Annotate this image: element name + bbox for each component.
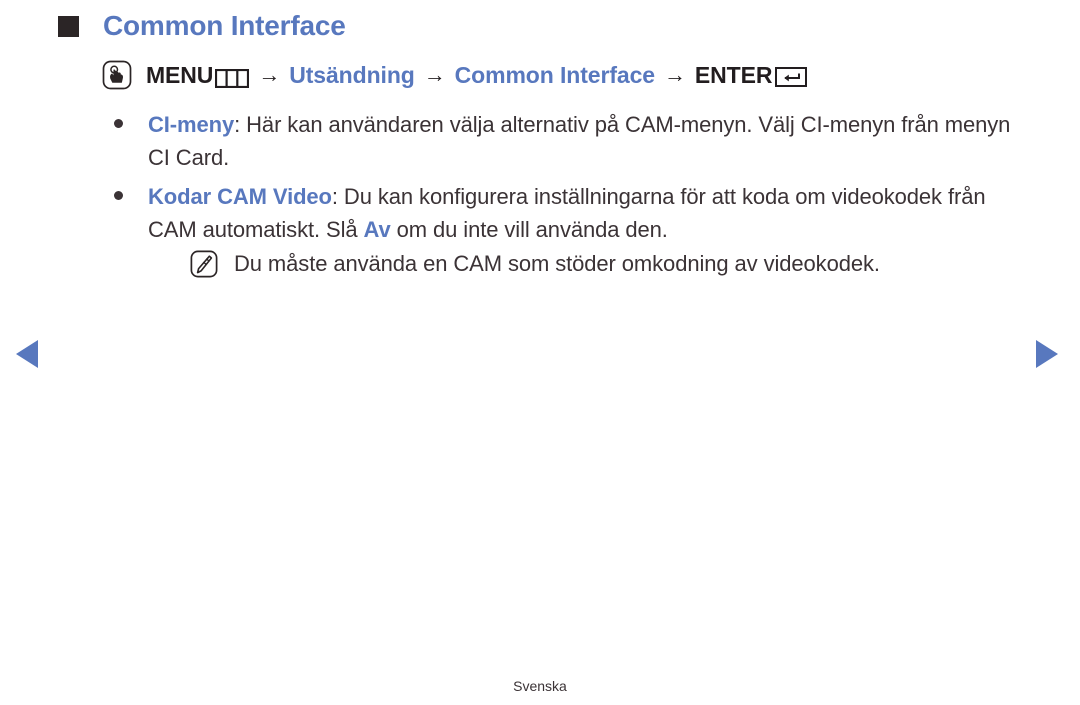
enter-label: ENTER xyxy=(694,61,773,88)
bullet-1-text: CI-meny: Här kan användaren välja altern… xyxy=(148,108,1036,174)
path-separator-1: → xyxy=(258,62,281,87)
path-separator-3: → xyxy=(663,62,686,87)
menu-path-step-2: Utsändning xyxy=(289,61,415,88)
page-title: Common Interface xyxy=(103,10,346,41)
menu-path-breadcrumb: MENU → Utsändning → Common Interface → E… xyxy=(102,60,808,90)
menu-grid-icon xyxy=(215,67,250,88)
triangle-right-icon xyxy=(1036,340,1058,368)
triangle-left-icon xyxy=(16,340,38,368)
touch-hand-icon xyxy=(102,60,132,90)
bullet-2-text: Kodar CAM Video: Du kan konfigurera inst… xyxy=(148,180,1036,246)
bullet-1-body: Här kan användaren välja alternativ på C… xyxy=(148,112,1011,170)
menu-path-step-3: Common Interface xyxy=(454,61,655,88)
title-bullet-square xyxy=(58,15,79,37)
previous-page-button[interactable] xyxy=(14,338,40,370)
bullet-dot-icon xyxy=(114,119,123,128)
list-item: Kodar CAM Video: Du kan konfigurera inst… xyxy=(106,180,1036,280)
note-pencil-icon xyxy=(190,250,218,278)
path-separator-2: → xyxy=(423,62,446,87)
menu-label: MENU xyxy=(146,61,214,88)
bullet-1-keyword: CI-meny xyxy=(148,112,235,137)
bullet-2-separator: : xyxy=(331,184,344,209)
bullet-2-highlight: Av xyxy=(363,217,391,242)
list-item: CI-meny: Här kan användaren välja altern… xyxy=(106,108,1036,174)
note-row: Du måste använda en CAM som stöder omkod… xyxy=(148,247,1036,280)
bullet-dot-icon xyxy=(114,191,123,200)
page-title-row: Common Interface xyxy=(58,10,346,42)
content-body: CI-meny: Här kan användaren välja altern… xyxy=(106,108,1036,286)
bullet-1-separator: : xyxy=(234,112,247,137)
enter-return-key-icon xyxy=(775,66,808,87)
bullet-2-keyword: Kodar CAM Video xyxy=(148,184,332,209)
bullet-2-body-after: om du inte vill använda den. xyxy=(390,217,668,242)
menu-path-text: MENU → Utsändning → Common Interface → E… xyxy=(146,61,808,89)
next-page-button[interactable] xyxy=(1034,338,1060,370)
footer-language-label: Svenska xyxy=(513,678,567,694)
note-text: Du måste använda en CAM som stöder omkod… xyxy=(234,251,880,276)
